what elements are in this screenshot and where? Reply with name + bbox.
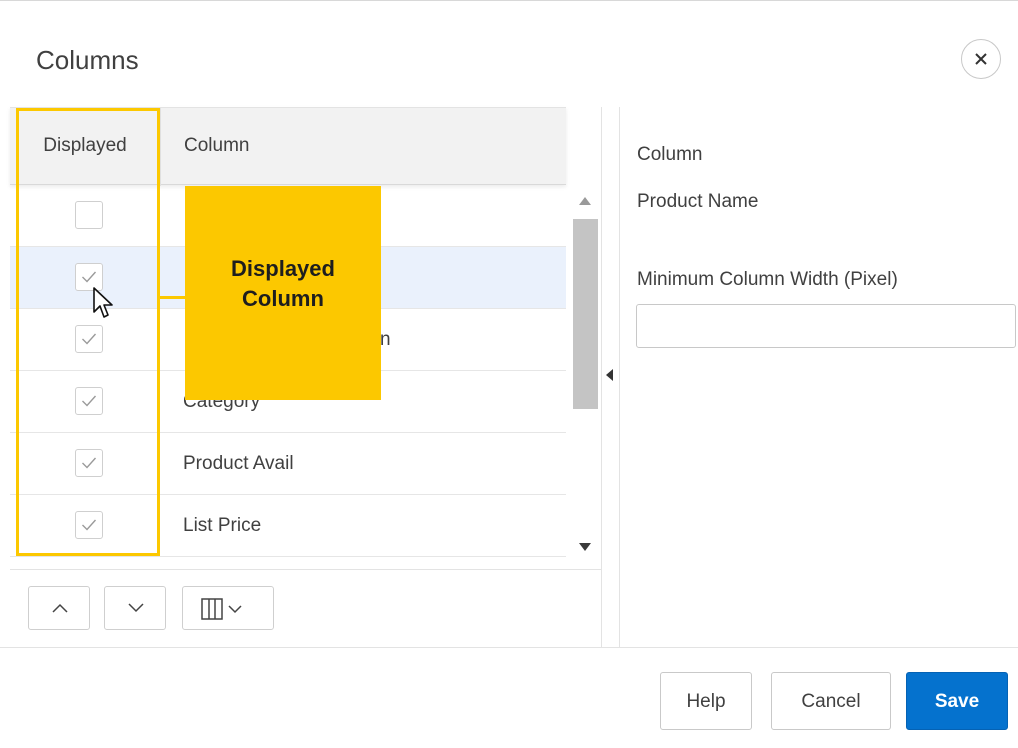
column-property-label: Column [637,144,703,165]
column-name: n [380,329,391,350]
header-column[interactable]: Column [184,108,249,186]
cancel-button[interactable]: Cancel [771,672,891,730]
grid-toolbar [10,569,602,647]
column-name: Product Avail [183,453,294,474]
callout-line-1: Displayed [231,256,335,281]
min-width-input[interactable] [636,304,1016,348]
splitter-collapse-icon[interactable] [606,369,613,381]
dialog-footer: Help Cancel Save [0,647,1018,748]
scroll-thumb[interactable] [573,219,598,409]
columns-dropdown-icon [201,598,242,620]
min-width-label: Minimum Column Width (Pixel) [637,269,898,290]
close-button[interactable] [961,39,1001,79]
column-name: List Price [183,515,262,536]
move-down-button[interactable] [104,586,166,630]
callout-connector [160,296,186,299]
callout-line-2: Column [242,286,324,311]
grid-scrollbar[interactable] [570,185,602,565]
callout-text: Displayed Column [185,254,381,314]
column-property-value: Product Name [637,191,759,212]
help-button[interactable]: Help [660,672,752,730]
pane-splitter[interactable] [619,107,620,647]
dialog-title: Columns [36,45,139,75]
header-separator [160,108,161,186]
displayed-column-highlight [16,108,160,556]
move-up-button[interactable] [28,586,90,630]
displayed-column-callout: Displayed Column [185,186,381,400]
chevron-up-icon [52,603,68,613]
save-button[interactable]: Save [906,672,1008,730]
columns-menu-button[interactable] [182,586,274,630]
scroll-up-icon[interactable] [579,197,591,205]
chevron-down-icon [128,603,144,613]
close-icon [975,53,987,65]
scroll-down-icon[interactable] [579,543,591,551]
mouse-cursor-icon [93,287,113,318]
